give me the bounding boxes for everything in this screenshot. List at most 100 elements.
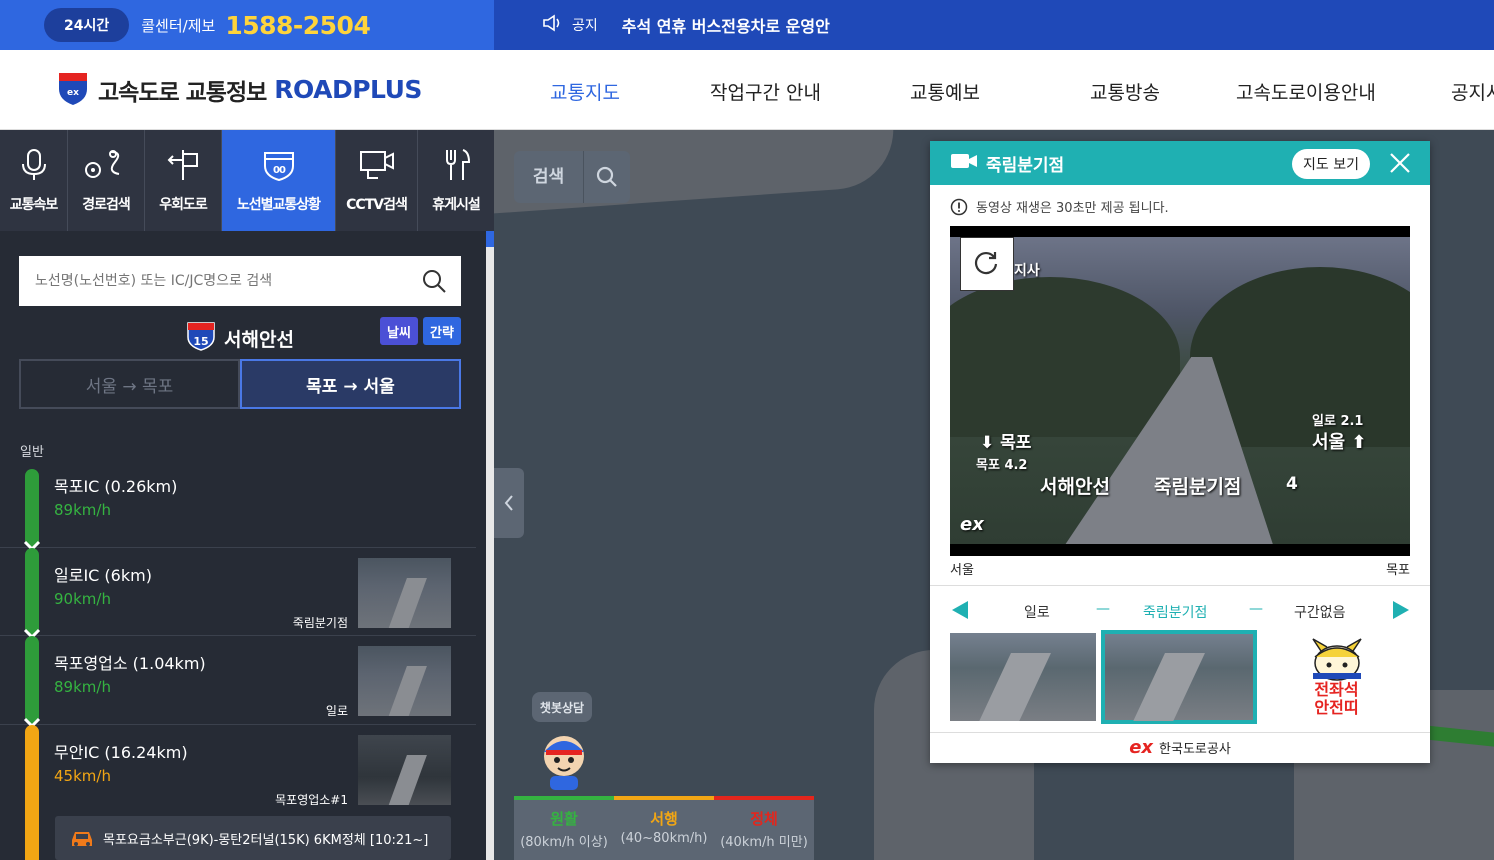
seatbelt-ad[interactable]: 전좌석 안전띠 — [1263, 633, 1410, 721]
congestion-bar — [25, 636, 39, 725]
tab-label: 휴게시설 — [432, 196, 481, 213]
popup-header: 죽림분기점 지도 보기 — [930, 141, 1430, 185]
congestion-bar — [25, 548, 39, 636]
tab-cctv-search[interactable]: CCTV검색 — [336, 130, 418, 231]
segment-title: 목포IC (0.26km) — [54, 477, 178, 496]
segment-item[interactable]: 목포영업소 (1.04km) 89km/h 일로 — [0, 636, 476, 725]
tab-detour[interactable]: 우회도로 — [145, 130, 222, 231]
route-icon — [83, 148, 129, 194]
phone-number[interactable]: 1588-2504 — [225, 11, 371, 40]
prev-arrow-icon[interactable] — [950, 599, 970, 625]
tab-rest-area[interactable]: 휴게시설 — [418, 130, 494, 231]
map-search-button[interactable]: 검색 — [514, 151, 630, 203]
search-icon[interactable] — [421, 268, 447, 298]
legend-slow: 서행 (40~80km/h) — [614, 796, 714, 860]
site-logo[interactable]: ex 고속도로 교통정보 ROADPLUS — [56, 70, 496, 110]
view-on-map-button[interactable]: 지도 보기 — [1292, 149, 1370, 179]
video-camera-icon — [950, 152, 978, 175]
car-icon — [69, 828, 95, 852]
hours-badge: 24시간 — [44, 8, 130, 42]
route-shield-icon: 15 — [186, 321, 216, 355]
scrollbar-thumb[interactable] — [486, 231, 494, 247]
video-caption-left: 서울 — [950, 563, 974, 578]
nav-usage-guide[interactable]: 고속도로이용안내 — [1236, 78, 1376, 105]
weather-button[interactable]: 날씨 — [380, 317, 418, 345]
tab-label: 교통속보 — [9, 196, 59, 213]
fork-knife-icon — [441, 148, 471, 194]
ad-text: 안전띠 — [1314, 698, 1359, 717]
incident-text: 목포요금소부근(9K)-몽탄2터널(15K) 6KM정체 [10:21~] — [103, 832, 429, 848]
segment-title: 일로IC (6km) — [54, 566, 152, 585]
chevron-left-icon — [504, 495, 513, 511]
nav-work-zone[interactable]: 작업구간 안내 — [710, 78, 821, 105]
legend-jam: 정체 (40km/h 미만) — [714, 796, 814, 860]
info-icon — [950, 198, 968, 215]
legend-range: (80km/h 이상) — [520, 835, 608, 850]
next-arrow-icon[interactable] — [1391, 599, 1411, 625]
nav-dash: — — [1249, 601, 1263, 617]
overlay-text: 서해안선 — [1040, 476, 1110, 498]
svg-text:15: 15 — [193, 335, 208, 348]
main-nav: 교통지도 작업구간 안내 교통예보 교통방송 고속도로이용안내 공지사 — [494, 50, 1494, 130]
cctv-thumbnail[interactable] — [358, 646, 451, 716]
tab-label: 경로검색 — [82, 196, 131, 213]
overlay-text: 일로 2.1 — [1312, 414, 1364, 429]
overlay-text: 목포 4.2 — [976, 458, 1028, 473]
cctv-video-player[interactable]: 지사 ⬇ 목포 목포 4.2 서해안선 죽림분기점 4 일로 2.1 서울 ⬆ … — [950, 226, 1410, 556]
detour-sign-icon — [163, 148, 203, 194]
direction-mokpo-seoul[interactable]: 목포 → 서울 — [240, 359, 461, 409]
legend-strip — [614, 796, 714, 800]
nav-traffic-broadcast[interactable]: 교통방송 — [1090, 78, 1160, 105]
refresh-icon — [974, 251, 998, 275]
cctv-thumbnail-prev[interactable] — [950, 633, 1096, 721]
segment-item[interactable]: 목포IC (0.26km) 89km/h — [0, 467, 476, 548]
legend-strip — [514, 796, 614, 800]
nav-prev-camera[interactable]: 일로 — [1024, 602, 1050, 622]
incident-banner[interactable]: 목포요금소부근(9K)-몽탄2터널(15K) 6KM정체 [10:21~] — [55, 816, 451, 860]
close-icon[interactable] — [1388, 151, 1412, 180]
cctv-thumbnail-current[interactable] — [1101, 630, 1257, 724]
notice-ticker[interactable]: 공지 추석 연휴 버스전용차로 운영안 — [494, 0, 1494, 50]
tab-route-search[interactable]: 경로검색 — [68, 130, 145, 231]
notice-text[interactable]: 추석 연휴 버스전용차로 운영안 — [622, 13, 830, 37]
ad-text: 전좌석 — [1314, 680, 1359, 699]
route-search-box — [19, 256, 461, 306]
monitor-icon — [358, 148, 396, 194]
cctv-thumbnail[interactable] — [358, 558, 451, 628]
tab-label: 노선별교통상황 — [236, 196, 321, 213]
search-icon — [584, 166, 630, 188]
tab-route-traffic[interactable]: 00 노선별교통상황 — [222, 130, 336, 231]
congestion-bar — [25, 725, 39, 860]
chatbot-label: 챗봇상담 — [532, 692, 592, 722]
refresh-button[interactable] — [960, 237, 1014, 291]
nav-traffic-map[interactable]: 교통지도 — [550, 78, 620, 105]
legend-range: (40km/h 미만) — [720, 835, 808, 850]
feature-tabs: 교통속보 경로검색 우회도로 00 노선별교통상황 CCTV검색 휴게시설 — [0, 130, 494, 231]
chatbot-widget[interactable]: 챗봇상담 — [532, 692, 596, 796]
cctv-thumbnail[interactable] — [358, 735, 451, 805]
brief-view-button[interactable]: 간략 — [423, 317, 461, 345]
ex-logo-icon: ex — [1129, 737, 1154, 758]
divider — [930, 585, 1430, 586]
nav-traffic-forecast[interactable]: 교통예보 — [910, 78, 980, 105]
congestion-legend: 원활 (80km/h 이상) 서행 (40~80km/h) 정체 (40km/h… — [514, 796, 814, 860]
corp-name: 한국도로공사 — [1159, 742, 1231, 757]
nav-next-camera[interactable]: 구간없음 — [1294, 602, 1346, 622]
playback-notice: 동영상 재생은 30초만 제공 됩니다. — [950, 197, 1169, 216]
cctv-navigation: 일로 — 죽림분기점 — 구간없음 — [950, 596, 1410, 626]
nav-notice[interactable]: 공지사 — [1451, 78, 1494, 105]
panel-collapse-button[interactable] — [494, 468, 524, 538]
panel-scrollbar[interactable] — [486, 231, 494, 860]
tab-traffic-news[interactable]: 교통속보 — [0, 130, 68, 231]
direction-seoul-mokpo[interactable]: 서울 → 목포 — [19, 359, 240, 409]
cctv-popup: 죽림분기점 지도 보기 동영상 재생은 30초만 제공 됩니다. 지사 ⬇ 목포… — [930, 141, 1430, 763]
cctv-label: 일로 — [325, 704, 348, 718]
segment-speed: 90km/h — [54, 590, 111, 608]
segment-item[interactable]: 일로IC (6km) 90km/h 죽림분기점 — [0, 548, 476, 636]
mascot-icon — [544, 736, 584, 790]
route-name: 서해안선 — [224, 328, 294, 351]
tab-label: CCTV검색 — [346, 196, 408, 213]
callcenter-label: 콜센터/제보 — [141, 16, 216, 35]
route-search-input[interactable] — [35, 273, 415, 289]
route-traffic-panel: 15 서해안선 날씨 간략 서울 → 목포 목포 → 서울 일반 목포IC (0… — [0, 231, 486, 860]
